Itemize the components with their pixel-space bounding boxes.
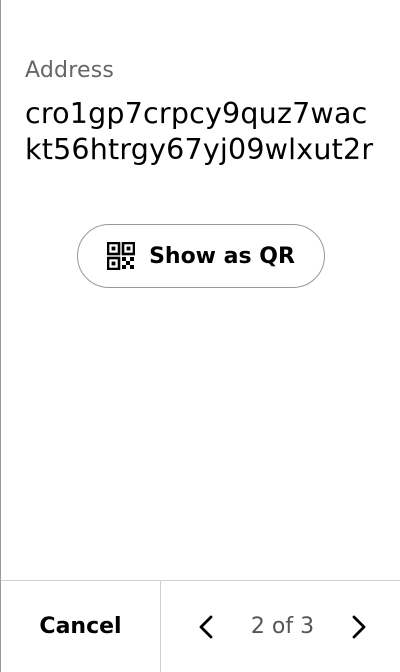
address-detail-screen: Address cro1gp7crpcy9quz7wackt56htrgy67y… — [0, 0, 400, 672]
chevron-left-icon — [199, 615, 213, 638]
pager: 2 of 3 — [161, 581, 400, 672]
show-as-qr-label: Show as QR — [149, 243, 295, 269]
page-indicator: 2 of 3 — [250, 614, 315, 639]
address-label: Address — [25, 58, 115, 83]
next-page-button[interactable] — [338, 607, 378, 647]
show-as-qr-button[interactable]: Show as QR — [77, 224, 325, 288]
footer-bar: Cancel 2 of 3 — [1, 580, 400, 672]
previous-page-button[interactable] — [187, 607, 227, 647]
chevron-right-icon — [352, 615, 366, 638]
address-value: cro1gp7crpcy9quz7wackt56htrgy67yj09wlxut… — [25, 97, 374, 166]
qr-code-icon — [107, 242, 136, 270]
cancel-button[interactable]: Cancel — [1, 581, 161, 672]
